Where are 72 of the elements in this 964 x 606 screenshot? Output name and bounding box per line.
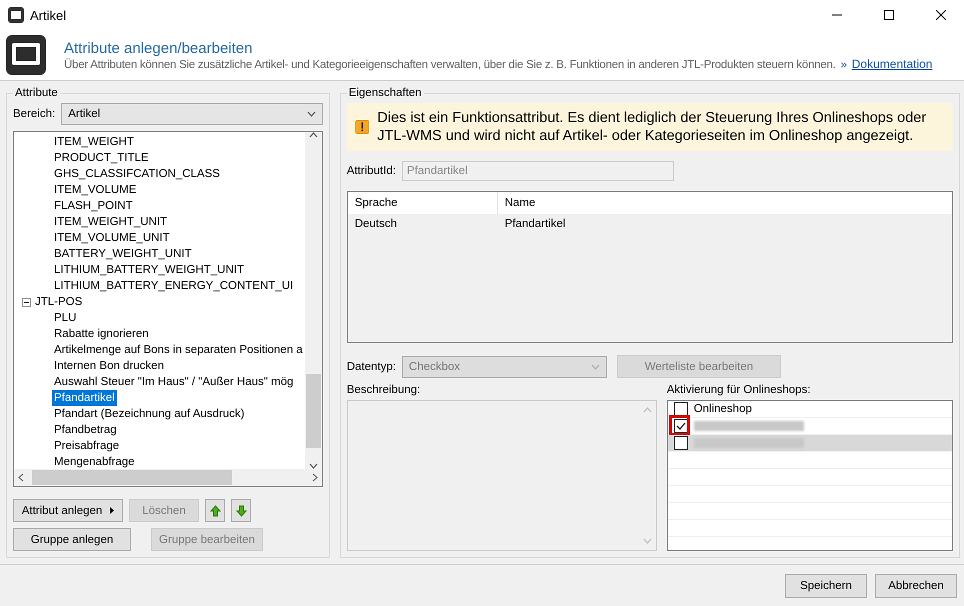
checkbox[interactable] (674, 419, 688, 434)
tree-item[interactable]: ITEM_WEIGHT_UNIT (52, 214, 170, 230)
tree-item[interactable]: ITEM_WEIGHT (52, 134, 136, 150)
up-arrow-icon (210, 504, 220, 517)
table-cell-text: Pfandartikel (504, 218, 566, 230)
column-header[interactable]: Sprache (348, 192, 498, 214)
cancel-button[interactable]: Abbrechen (875, 574, 957, 598)
shop-row[interactable] (668, 418, 952, 436)
header-description: Über Attributen können Sie zusätzliche Artikel- und Kategorieeigenschaften verwalten, über die Sie z. B. Funktionen in anderen JTL-Produkten steuern können. (64, 58, 836, 71)
gruppe-anlegen-button[interactable]: Gruppe anlegen (13, 528, 131, 552)
close-icon (936, 10, 946, 20)
tree-item[interactable]: GHS_CLASSIFCATION_CLASS (52, 166, 222, 182)
tree-item[interactable]: LITHIUM_BATTERY_WEIGHT_UNIT (52, 262, 246, 278)
tree-item[interactable]: Pfandartikel (52, 390, 117, 406)
checkbox[interactable] (674, 402, 688, 416)
scroll-thumb[interactable] (32, 470, 232, 486)
collapse-icon[interactable] (22, 298, 31, 307)
datentyp-label: Datentyp: (346, 360, 396, 373)
group-title: Eigenschaften (348, 87, 423, 100)
tree-item[interactable]: Mengenabfrage (52, 454, 137, 470)
move-down-button[interactable] (231, 499, 251, 522)
tree-item[interactable]: Auswahl Steuer "Im Haus" / "Außer Haus" mög (52, 374, 296, 390)
tree-item[interactable]: Internen Bon drucken (52, 358, 166, 374)
tree-item[interactable]: FLASH_POINT (52, 198, 135, 214)
group-title: Attribute (14, 87, 59, 100)
shops-label: Aktivierung für Onlineshops: (666, 384, 812, 396)
beschreibung-field[interactable] (346, 400, 657, 552)
tree-item[interactable]: BATTERY_WEIGHT_UNIT (52, 246, 194, 262)
scroll-left-icon (18, 473, 24, 482)
tree-item[interactable]: LITHIUM_BATTERY_ENERGY_CONTENT_UI (52, 278, 296, 294)
attribut-anlegen-button[interactable]: Attribut anlegen (13, 499, 123, 522)
chevron-down-icon (306, 111, 316, 118)
tree-item[interactable]: ITEM_VOLUME (52, 182, 138, 198)
tree-item[interactable]: PLU (52, 310, 78, 326)
notice-text: Dies ist ein Funktionsattribut. Es dient lediglich der Steuerung Ihres Onlineshops oder JTL-WMS und wird nicht auf Artikel- oder Kategorieseiten im Onlineshop angezeigt. (377, 109, 928, 146)
bereich-label: Bereich: (13, 108, 56, 120)
window-title: Artikel (30, 8, 68, 22)
horizontal-scrollbar[interactable] (14, 469, 322, 486)
beschreibung-label: Beschreibung: (346, 384, 422, 396)
scroll-up-icon (308, 132, 318, 138)
column-header[interactable]: Name (498, 192, 952, 214)
scroll-up-icon (642, 407, 652, 414)
scroll-thumb[interactable] (306, 374, 321, 448)
attributid-label: AttributId: (346, 165, 396, 178)
bereich-dropdown[interactable]: Artikel (61, 103, 323, 126)
maximize-icon (884, 10, 894, 20)
scroll-down-icon (308, 463, 318, 470)
shop-row[interactable]: Onlineshop (668, 401, 952, 418)
app-logo-icon (8, 7, 24, 23)
tree-item[interactable]: Pfandart (Bezeichnung auf Ausdruck) (52, 406, 247, 422)
logo-icon (6, 35, 46, 76)
tree-node[interactable]: JTL-POS (33, 294, 84, 310)
move-up-button[interactable] (205, 499, 225, 522)
vertical-scrollbar[interactable] (304, 132, 322, 470)
chevron-down-icon (590, 364, 600, 370)
shop-name: Onlineshop (694, 403, 752, 416)
submenu-arrow-icon (110, 507, 114, 514)
documentation-link[interactable]: Dokumentation (852, 56, 932, 71)
table-cell-text: Deutsch (354, 218, 398, 230)
down-arrow-icon (236, 504, 246, 517)
tree-item[interactable]: Rabatte ignorieren (52, 326, 151, 342)
scroll-down-icon (642, 538, 652, 544)
tree-item[interactable]: Pfandbetrag (52, 422, 119, 438)
tree-item[interactable]: Artikelmenge auf Bons in separaten Positionen a (52, 342, 305, 358)
link-prefix: » (840, 58, 847, 71)
scroll-right-icon (312, 473, 318, 482)
checkbox[interactable] (674, 436, 688, 450)
save-button[interactable]: Speichern (785, 574, 867, 598)
tree-item[interactable]: Preisabfrage (52, 438, 122, 454)
tree-item[interactable]: PRODUCT_TITLE (52, 150, 151, 166)
tree-item[interactable]: ITEM_VOLUME_UNIT (52, 230, 172, 246)
header-title: Attribute anlegen/bearbeiten (64, 40, 254, 57)
